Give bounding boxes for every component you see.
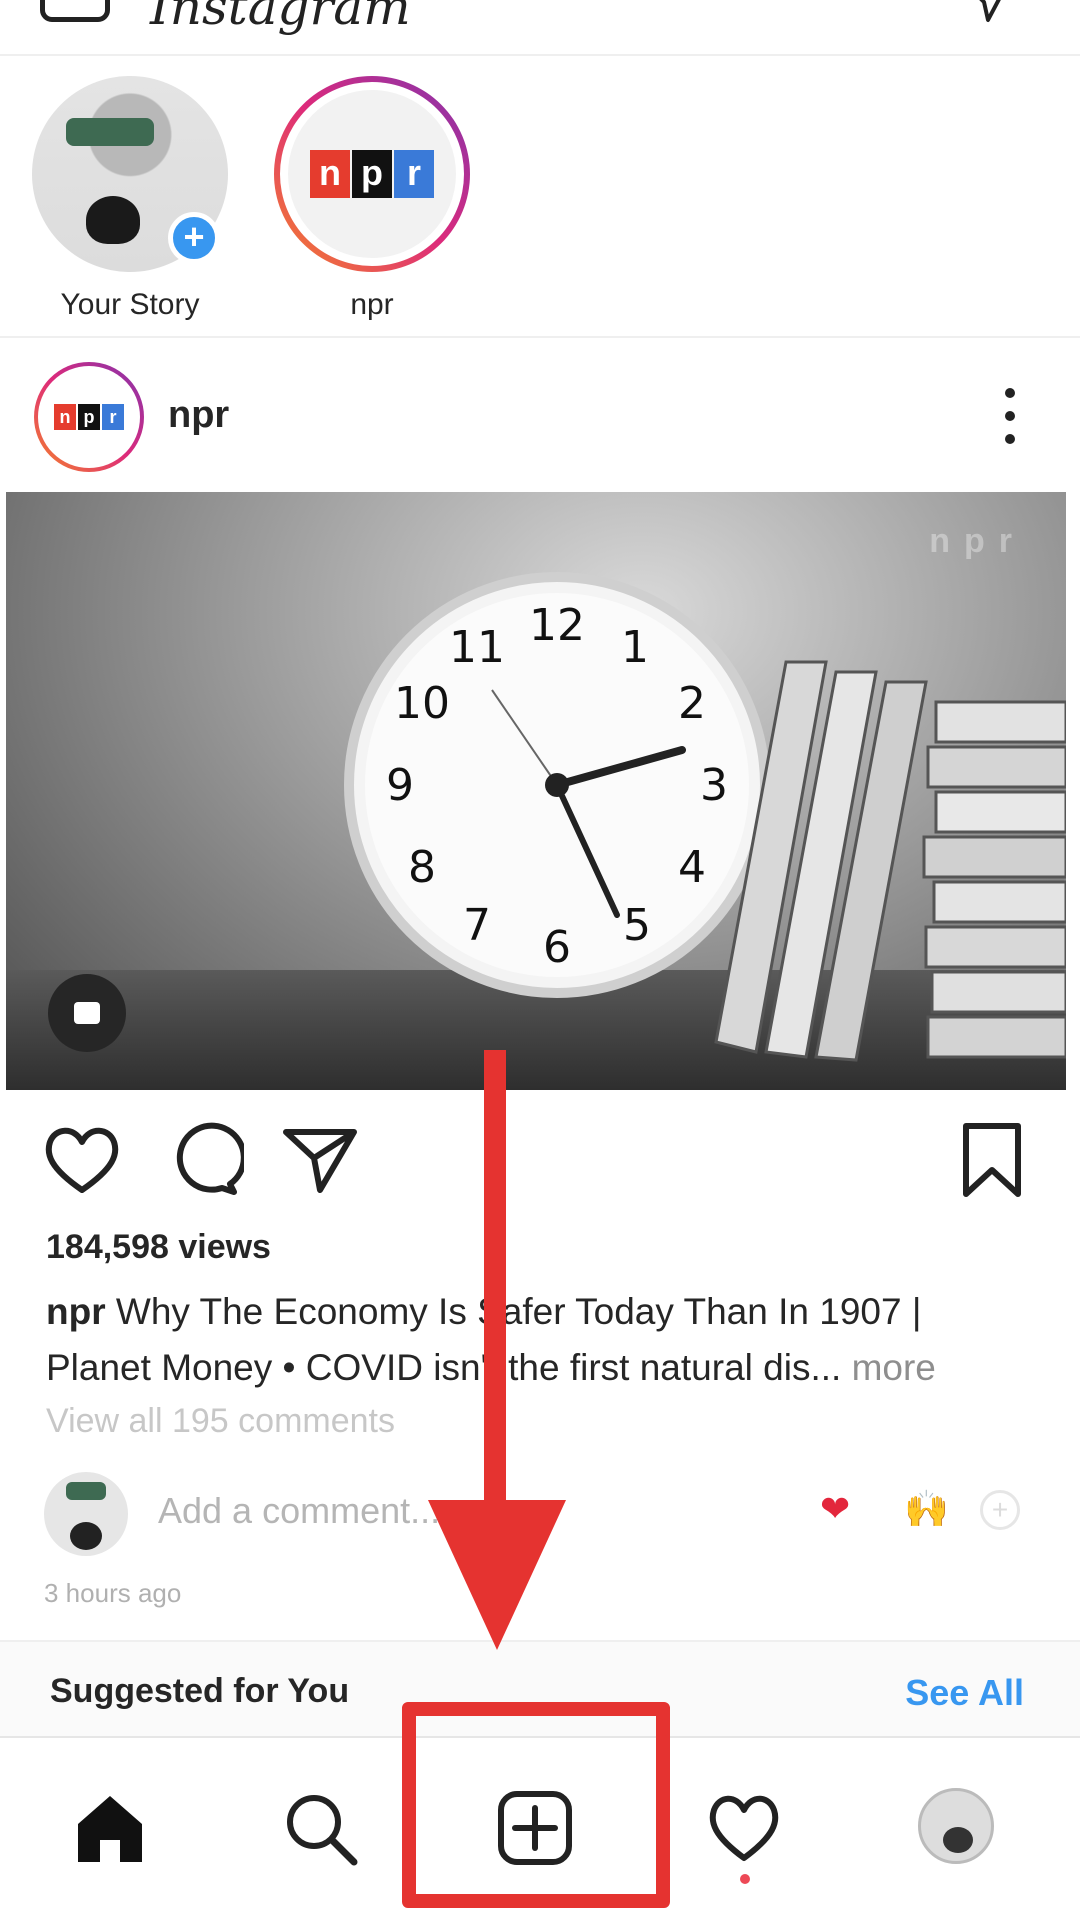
post-media[interactable]: npr 12 1 2 3 4 5 6 7 8 9 10 11: [6, 492, 1066, 1090]
heart-reaction-button[interactable]: ❤: [820, 1488, 850, 1530]
svg-text:7: 7: [463, 900, 491, 951]
add-story-badge[interactable]: +: [168, 212, 220, 264]
more-options-icon[interactable]: [1000, 388, 1020, 444]
activity-tab[interactable]: [704, 1788, 784, 1884]
heart-icon: [709, 1795, 779, 1861]
avatar: [44, 1472, 128, 1556]
story-ring: n p r: [274, 76, 470, 272]
svg-text:10: 10: [394, 678, 450, 729]
avatar: [918, 1788, 994, 1864]
svg-text:1: 1: [621, 622, 649, 673]
like-icon[interactable]: [40, 1118, 124, 1202]
caption-username[interactable]: npr: [46, 1291, 106, 1332]
post-header: n p r npr: [0, 348, 1080, 478]
view-all-comments-link[interactable]: View all 195 comments: [46, 1402, 395, 1441]
raised-hands-reaction-button[interactable]: 🙌: [904, 1488, 949, 1530]
comment-icon[interactable]: [160, 1118, 244, 1202]
media-watermark: npr: [929, 522, 1026, 560]
caption-text: Why The Economy Is Safer Today Than In 1…: [46, 1291, 922, 1388]
avatar: n p r: [288, 90, 456, 258]
svg-text:8: 8: [408, 842, 436, 893]
profile-tab[interactable]: [918, 1788, 998, 1868]
story-npr[interactable]: n p r npr: [272, 76, 472, 322]
views-count: 184,598 views: [46, 1228, 271, 1266]
books-image: [714, 660, 1066, 1062]
post-timestamp: 3 hours ago: [44, 1578, 182, 1608]
stories-tray: + Your Story n p r npr: [0, 58, 1080, 338]
instagram-feed-screen: Instagram + Your Story n p r npr n p r n…: [0, 0, 1080, 1920]
comment-input[interactable]: Add a comment...: [158, 1490, 440, 1532]
npr-logo: n p r: [310, 150, 434, 198]
direct-message-icon[interactable]: [964, 0, 1010, 26]
svg-text:5: 5: [623, 900, 651, 951]
shopping-bag-icon[interactable]: [48, 974, 126, 1052]
story-ring: +: [32, 76, 228, 272]
story-label: Your Story: [60, 288, 200, 321]
svg-text:6: 6: [543, 922, 571, 973]
svg-text:11: 11: [449, 622, 505, 673]
npr-logo: n p r: [54, 404, 124, 430]
svg-text:9: 9: [386, 760, 414, 811]
add-comment-row: Add a comment... ❤ 🙌 +: [0, 1468, 1080, 1568]
story-your-story[interactable]: + Your Story: [30, 76, 230, 322]
brand-logo: Instagram: [150, 0, 411, 36]
story-label: npr: [350, 288, 394, 321]
bookmark-icon[interactable]: [950, 1118, 1034, 1202]
caption-more-link[interactable]: more: [852, 1347, 936, 1388]
notification-dot: [740, 1874, 750, 1884]
share-icon[interactable]: [278, 1118, 362, 1202]
search-icon[interactable]: [280, 1788, 360, 1868]
camera-icon[interactable]: [40, 0, 110, 22]
post-actions: [0, 1100, 1080, 1220]
add-reaction-button[interactable]: +: [980, 1490, 1020, 1530]
post-username[interactable]: npr: [168, 394, 229, 437]
post-avatar[interactable]: n p r: [34, 362, 144, 472]
post-caption: npr Why The Economy Is Safer Today Than …: [46, 1284, 1036, 1396]
annotation-highlight-box: [402, 1702, 670, 1908]
suggested-title: Suggested for You: [50, 1672, 350, 1710]
see-all-link[interactable]: See All: [905, 1672, 1024, 1714]
top-header: Instagram: [0, 0, 1080, 56]
svg-text:12: 12: [529, 600, 585, 651]
home-icon[interactable]: [70, 1788, 150, 1868]
